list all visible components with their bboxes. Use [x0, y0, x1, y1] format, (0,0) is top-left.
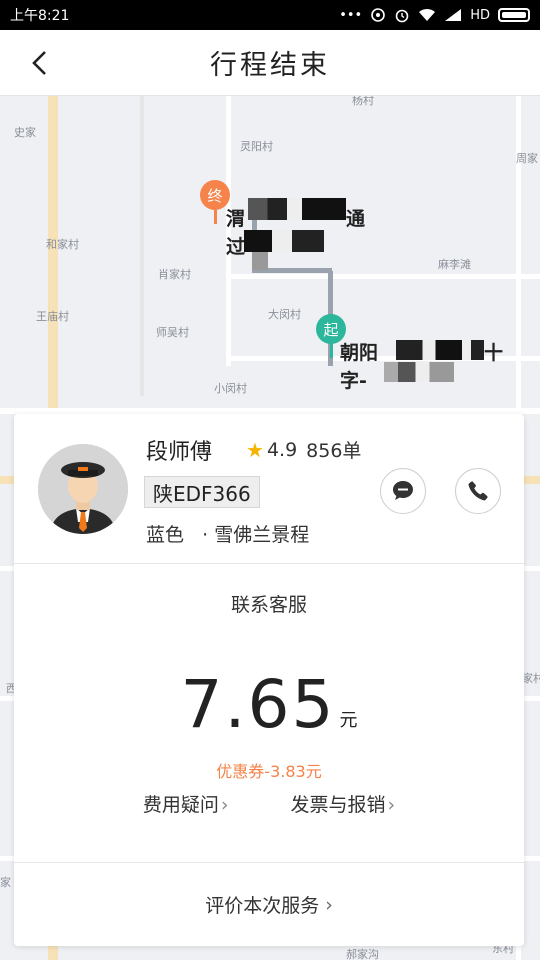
- license-plate: 陕EDF366: [144, 476, 260, 508]
- chevron-left-icon: [32, 51, 46, 75]
- battery-icon: [498, 8, 530, 22]
- fare-links: 费用疑问 › 发票与报销 ›: [14, 790, 524, 817]
- place-label: 家村: [522, 672, 540, 685]
- fare-unit: 元: [339, 710, 358, 731]
- place-label: 杨村: [352, 96, 374, 107]
- fee-question-link[interactable]: 费用疑问 ›: [143, 790, 229, 817]
- wifi-icon: [419, 8, 436, 21]
- invoice-link[interactable]: 发票与报销 ›: [291, 790, 396, 817]
- status-time: 上午8:21: [10, 8, 70, 24]
- alarm-icon: [395, 9, 409, 23]
- place-label: 王庙村: [36, 310, 69, 323]
- driver-avatar-icon: [38, 444, 128, 534]
- fare-amount: 7.65: [180, 666, 336, 743]
- driver-name: 段师傅: [146, 440, 213, 465]
- place-label: 周家: [516, 152, 538, 165]
- place-label: 史家: [14, 126, 36, 139]
- invoice-label: 发票与报销: [290, 794, 386, 816]
- page-title: 行程结束: [210, 50, 330, 81]
- start-address-line2: 字-: [340, 370, 367, 392]
- star-icon: ★: [246, 437, 264, 462]
- place-label: 和家村: [46, 238, 79, 251]
- driver-avatar: [38, 444, 128, 534]
- chevron-right-icon: ›: [220, 794, 229, 816]
- privacy-mosaic: [248, 198, 346, 220]
- privacy-mosaic: [244, 230, 324, 252]
- network-type: HD: [470, 7, 490, 23]
- status-bar: 上午8:21 ••• HD: [0, 0, 540, 30]
- chat-bubble-icon: [393, 481, 413, 500]
- trip-summary-card: 段师傅 ★ 4.9 856单 陕EDF366 蓝色 · 雪佛兰景程 联系客服 7…: [14, 414, 524, 946]
- signal-icon: [445, 9, 462, 21]
- sync-icon: [371, 8, 386, 22]
- coupon-discount: 优惠券-3.83元: [216, 762, 322, 781]
- place-label: 小闵村: [214, 382, 247, 395]
- end-address-line2: 过: [226, 236, 246, 258]
- driver-rating: ★ 4.9 856单: [246, 436, 361, 463]
- phone-icon: [468, 481, 488, 501]
- privacy-mosaic: [252, 252, 268, 270]
- fee-question-label: 费用疑问: [142, 794, 219, 816]
- place-label: 大闵村: [268, 308, 301, 321]
- start-address-line1: 朝阳: [340, 342, 379, 364]
- privacy-mosaic: [396, 340, 484, 360]
- car-info: 蓝色 · 雪佛兰景程: [146, 524, 310, 546]
- end-address-line1: 渭: [226, 208, 246, 230]
- place-label: 师吴村: [156, 326, 189, 339]
- chevron-right-icon: ›: [325, 893, 333, 916]
- place-label: 家: [0, 876, 11, 889]
- end-address-line1-b: 通: [346, 208, 366, 230]
- chevron-right-icon: ›: [387, 794, 396, 816]
- rate-service-button[interactable]: 评价本次服务 ›: [14, 862, 524, 946]
- privacy-mosaic: [384, 362, 454, 382]
- order-count: 856单: [306, 440, 362, 462]
- place-label: 肖家村: [158, 268, 191, 281]
- fare-display: 7.65 元: [14, 672, 524, 738]
- back-button[interactable]: [22, 46, 56, 80]
- call-driver-button[interactable]: [455, 468, 501, 514]
- more-dots: •••: [339, 7, 363, 23]
- message-driver-button[interactable]: [380, 468, 426, 514]
- rating-value: 4.9: [266, 438, 298, 461]
- start-address-line1-b: 十: [484, 342, 504, 364]
- driver-section: 段师傅 ★ 4.9 856单 陕EDF366 蓝色 · 雪佛兰景程: [14, 414, 524, 564]
- place-label: 麻李滩: [438, 258, 471, 271]
- place-label: 郝家沟: [346, 948, 379, 960]
- app-header: 行程结束: [0, 30, 540, 96]
- contact-service-link[interactable]: 联系客服: [14, 590, 524, 617]
- rate-service-label: 评价本次服务: [205, 895, 320, 917]
- place-label: 灵阳村: [240, 140, 273, 153]
